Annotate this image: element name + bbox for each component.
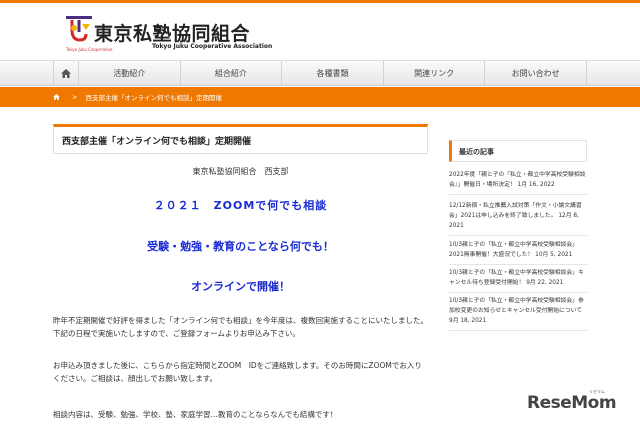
article-headline-1: ２０２１ ZOOMで何でも相談 — [153, 199, 328, 212]
home-icon — [61, 69, 71, 78]
logo-tag: Tokyo Juku Cooperative — [66, 47, 113, 52]
nav-item-documents[interactable]: 各種書類 — [282, 61, 384, 86]
site-header: 東京私塾協同組合 Tokyo Juku Cooperative Associat… — [0, 0, 640, 58]
logo-subtitle: Tokyo Juku Cooperative Association — [152, 43, 273, 50]
breadcrumb: > 西支部主催「オンライン何でも相談」定期開催 — [53, 87, 222, 107]
recent-post-item[interactable]: 10/3親と子の「私立・都立中学高校受験相談会」キャンセル待ち登録受付開始！ 9… — [449, 268, 587, 293]
article-headline-3: オンラインで開催！ — [191, 280, 290, 293]
article-paragraph-3: 相談内容は、受験、勉強、学校、塾、家庭学習…教育のことならなんでも結構です！ — [53, 410, 338, 419]
nav-item-about[interactable]: 組合紹介 — [181, 61, 283, 86]
site-logo[interactable]: 東京私塾協同組合 Tokyo Juku Cooperative Associat… — [66, 16, 272, 54]
article-paragraph-2: お申込み頂きました後に、こちらから指定時間とZOOM IDをご連絡致します。その… — [53, 361, 422, 383]
breadcrumb-separator: > — [72, 93, 78, 101]
article-title-box: 西支部主催「オンライン何でも相談」定期開催 — [53, 124, 428, 154]
nav-item-contact[interactable]: お問い合わせ — [485, 61, 587, 86]
resemom-watermark: ReseMom — [527, 393, 617, 413]
main-nav: 活動紹介 組合紹介 各種書類 関連リンク お問い合わせ — [0, 60, 640, 86]
nav-home-button[interactable] — [53, 61, 79, 86]
breadcrumb-bar: > 西支部主催「オンライン何でも相談」定期開催 — [0, 87, 640, 107]
logo-title: 東京私塾協同組合 — [94, 23, 251, 45]
breadcrumb-current: 西支部主催「オンライン何でも相談」定期開催 — [85, 94, 222, 102]
sidebar-title: 最近の記事 — [459, 148, 494, 156]
main-nav-inner: 活動紹介 組合紹介 各種書類 関連リンク お問い合わせ — [53, 61, 587, 87]
article-paragraph-1: 昨年不定期開催で好評を得ました「オンライン何でも相談」を今年度は、複数回実施する… — [53, 316, 428, 338]
breadcrumb-home-icon[interactable] — [53, 94, 60, 100]
logo-mark-icon — [66, 16, 92, 42]
article-title: 西支部主催「オンライン何でも相談」定期開催 — [62, 137, 252, 147]
recent-post-item[interactable]: 10/3親と子の「私立・都立中学高校受験相談会」参加校変更のお知らせとキャンセル… — [449, 296, 587, 331]
article-org: 東京私塾協同組合 西支部 — [192, 167, 289, 176]
sidebar-title-box: 最近の記事 — [449, 140, 587, 162]
recent-post-item[interactable]: 10/3親と子の「私立・都立中学高校受験相談会」2021無事開催！大盛況でした！… — [449, 240, 587, 265]
article: 西支部主催「オンライン何でも相談」定期開催 東京私塾協同組合 西支部 ２０２１ … — [53, 124, 428, 426]
recent-post-item[interactable]: 12/12新宿・私立推薦入試対策「作文・小論文講習会」2021は申し込みを終了致… — [449, 201, 587, 236]
nav-item-activities[interactable]: 活動紹介 — [79, 61, 181, 86]
article-headline-2: 受験・勉強・教育のことなら何でも！ — [147, 240, 334, 253]
nav-item-links[interactable]: 関連リンク — [384, 61, 486, 86]
recent-post-item[interactable]: 2022年度「親と子の『私立・都立中学高校受験相談会』」開催日・場所決定！ 1月… — [449, 170, 587, 195]
